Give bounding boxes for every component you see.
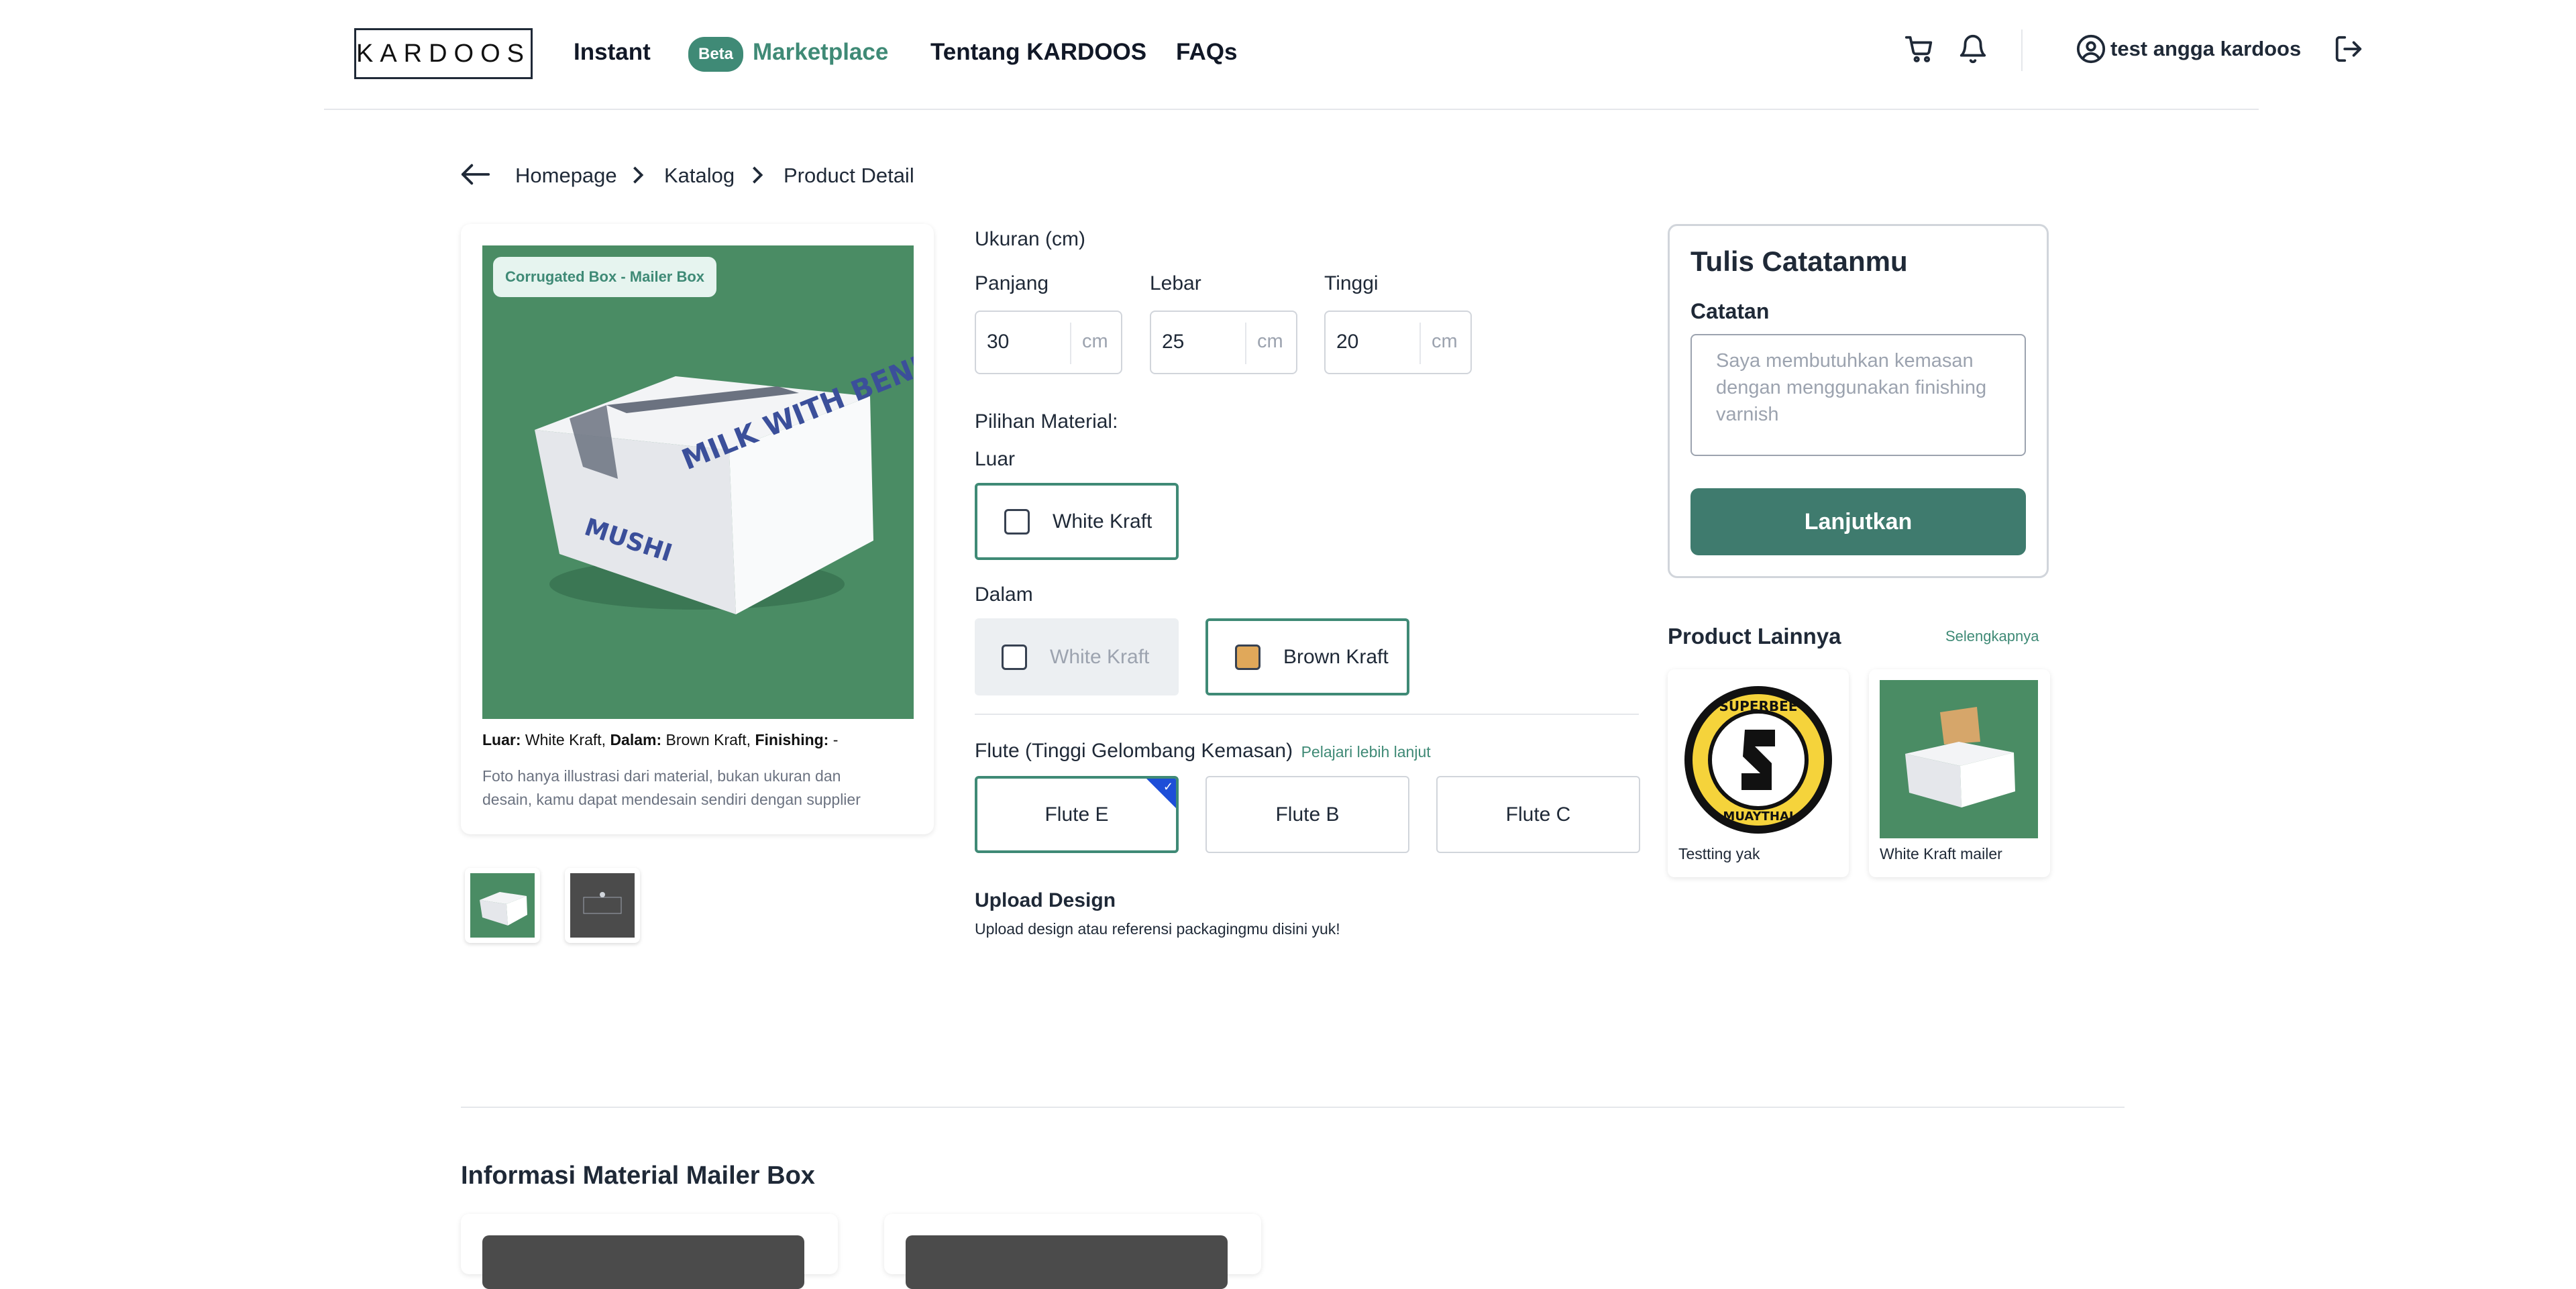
thumbnail-2[interactable] <box>565 868 640 943</box>
tinggi-unit: cm <box>1432 331 1458 352</box>
size-title: Ukuran (cm) <box>975 228 1086 250</box>
bottom-divider <box>461 1107 2125 1108</box>
header-divider-line <box>324 109 2259 110</box>
user-name[interactable]: test angga kardoos <box>2110 37 2301 61</box>
lebar-unit: cm <box>1257 331 1283 352</box>
info-card-2 <box>884 1214 1261 1289</box>
lanjutkan-button[interactable]: Lanjutkan <box>1690 488 2026 555</box>
upload-subtitle: Upload design atau referensi packagingmu… <box>975 920 1340 938</box>
info-card-1 <box>461 1214 838 1289</box>
superbee-logo: SUPERBEE MUAYTHAI <box>1684 686 1832 834</box>
nav-marketplace[interactable]: Marketplace <box>753 39 888 66</box>
flute-c-label: Flute C <box>1505 803 1571 826</box>
illustration-note: Foto hanya illustrasi dari material, buk… <box>482 765 912 811</box>
nav-instant[interactable]: Instant <box>574 39 651 66</box>
bell-icon[interactable] <box>1957 34 1988 64</box>
spec-dalam-value: Brown Kraft, <box>665 731 751 748</box>
product-card-white-kraft-mailer[interactable]: White Kraft mailer <box>1869 669 2050 877</box>
beta-badge: Beta <box>688 37 743 72</box>
product-card-testting[interactable]: SUPERBEE MUAYTHAI Testting yak <box>1668 669 1849 877</box>
brown-kraft-swatch <box>1235 644 1260 670</box>
upload-title: Upload Design <box>975 889 1116 911</box>
notes-label: Catatan <box>1690 299 1770 323</box>
spec-finishing-value: - <box>833 731 839 748</box>
illustration-note-line1: Foto hanya illustrasi dari material, buk… <box>482 767 841 785</box>
panjang-label: Panjang <box>975 272 1049 294</box>
panjang-input[interactable]: 30 cm <box>975 311 1122 374</box>
spec-finishing-label: Finishing: <box>755 731 829 748</box>
dalam-option-white-label: White Kraft <box>1050 645 1150 668</box>
breadcrumb-katalog[interactable]: Katalog <box>664 164 735 188</box>
white-kraft-swatch <box>1002 644 1027 670</box>
material-title: Pilihan Material: <box>975 410 1118 433</box>
cart-icon[interactable] <box>1904 34 1935 64</box>
dalam-title: Dalam <box>975 583 1033 606</box>
flute-e-label: Flute E <box>1044 803 1109 826</box>
product-name: White Kraft mailer <box>1880 845 2002 862</box>
lebar-input[interactable]: 25 cm <box>1150 311 1297 374</box>
flute-option-c[interactable]: Flute C <box>1436 776 1640 853</box>
dalam-option-white-kraft[interactable]: White Kraft <box>975 618 1179 695</box>
thumbs-up-icon: ✓ <box>1163 780 1173 793</box>
product-name: Testting yak <box>1678 845 1760 862</box>
lebar-label: Lebar <box>1150 272 1201 294</box>
nav-tentang[interactable]: Tentang KARDOOS <box>930 39 1146 66</box>
luar-title: Luar <box>975 448 1016 470</box>
flute-option-e[interactable]: Flute E ✓ <box>975 776 1179 853</box>
dalam-option-brown-label: Brown Kraft <box>1283 645 1389 668</box>
kardoos-logo[interactable]: KARDOOS <box>354 28 533 79</box>
thumbnail-1[interactable] <box>465 868 540 943</box>
info-title: Informasi Material Mailer Box <box>461 1162 815 1190</box>
nav-faqs[interactable]: FAQs <box>1176 39 1237 66</box>
dalam-option-brown-kraft[interactable]: Brown Kraft <box>1205 618 1409 695</box>
user-circle-icon[interactable] <box>2076 34 2106 64</box>
breadcrumb-homepage[interactable]: Homepage <box>515 164 617 188</box>
spec-luar-label: Luar: <box>482 731 521 748</box>
white-kraft-swatch <box>1004 508 1030 535</box>
panjang-unit: cm <box>1082 331 1108 352</box>
chevron-right-icon <box>633 166 644 184</box>
spec-luar-value: White Kraft, <box>525 731 606 748</box>
logo-bottom-text: MUAYTHAI <box>1723 809 1793 824</box>
flute-option-b[interactable]: Flute B <box>1205 776 1409 853</box>
section-divider <box>975 714 1639 715</box>
tinggi-value: 20 <box>1336 331 1359 353</box>
product-thumb-image <box>1880 680 2038 838</box>
luar-option-white-kraft[interactable]: White Kraft <box>975 483 1179 560</box>
luar-option-label: White Kraft <box>1053 510 1152 533</box>
breadcrumb-product-detail: Product Detail <box>784 164 914 187</box>
back-arrow-icon[interactable] <box>460 161 491 188</box>
logout-icon[interactable] <box>2333 34 2364 64</box>
logo-top-text: SUPERBEE <box>1719 698 1798 714</box>
other-products-title: Product Lainnya <box>1668 624 1841 649</box>
see-more-link[interactable]: Selengkapnya <box>1945 628 2039 645</box>
illustration-note-line2: desain, kamu dapat mendesain sendiri den… <box>482 791 861 808</box>
product-image: MILK WITH BENEFITS MUSHI <box>482 245 914 719</box>
chevron-right-icon <box>753 166 763 184</box>
notes-textarea[interactable]: Saya membutuhkan kemasan dengan mengguna… <box>1690 334 2026 456</box>
flute-header: Flute (Tinggi Gelombang Kemasan) Pelajar… <box>975 740 1431 763</box>
learn-more-link[interactable]: Pelajari lebih lanjut <box>1301 743 1431 761</box>
category-badge: Corrugated Box - Mailer Box <box>493 257 717 297</box>
flute-title: Flute (Tinggi Gelombang Kemasan) <box>975 740 1293 762</box>
lebar-value: 25 <box>1162 331 1185 353</box>
tinggi-input[interactable]: 20 cm <box>1324 311 1472 374</box>
spec-dalam-label: Dalam: <box>610 731 662 748</box>
tinggi-label: Tinggi <box>1324 272 1379 294</box>
header-divider <box>2021 30 2023 71</box>
notes-title: Tulis Catatanmu <box>1690 245 1908 277</box>
flute-b-label: Flute B <box>1275 803 1340 826</box>
material-spec-line: Luar: White Kraft, Dalam: Brown Kraft, F… <box>482 731 838 749</box>
panjang-value: 30 <box>987 331 1010 353</box>
